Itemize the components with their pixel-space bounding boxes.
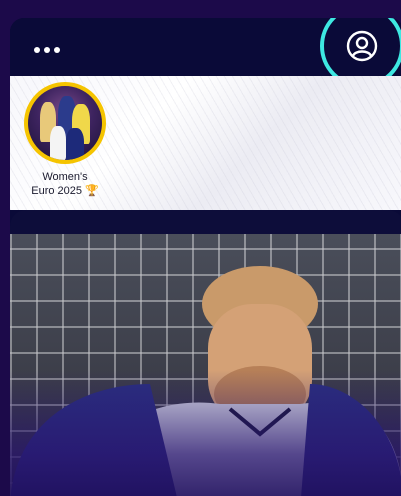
app-card: Women's Euro 2025 🏆 [10,18,401,496]
story-thumbnail [28,86,102,160]
dot [34,47,40,53]
dot [54,47,60,53]
feed-image [10,234,401,496]
story-label-line2: Euro 2025 🏆 [31,185,99,197]
image-gradient-overlay [10,370,401,496]
story-item-womens-euro-2025[interactable]: Women's Euro 2025 🏆 [22,82,108,198]
story-ring [24,82,106,164]
story-label-line1: Women's [42,171,88,183]
dot [44,47,50,53]
feed-card[interactable] [10,210,401,496]
user-circle-icon [346,30,378,62]
top-bar [10,18,401,88]
story-label: Women's Euro 2025 🏆 [31,170,99,198]
more-options-icon[interactable] [34,44,62,56]
stories-strip: Women's Euro 2025 🏆 [10,76,401,210]
